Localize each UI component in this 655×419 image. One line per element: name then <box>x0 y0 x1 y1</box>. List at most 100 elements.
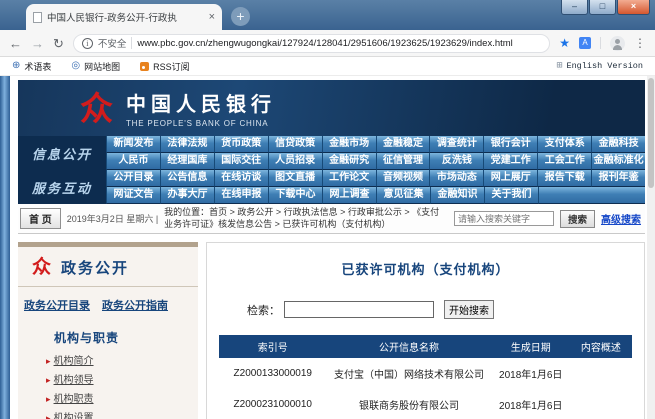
nav-item[interactable]: 下载中心 <box>268 187 322 204</box>
nav-item[interactable]: 金融标准化 <box>591 153 645 170</box>
bank-name-en: THE PEOPLE'S BANK OF CHINA <box>126 119 276 128</box>
table-row[interactable]: Z2000231000010银联商务股份有限公司2018年1月6日 <box>219 389 632 419</box>
tab-title: 中国人民银行-政务公开-行政执 <box>47 10 204 24</box>
sidebar-link[interactable]: 政务公开指南 <box>102 297 168 313</box>
nav-row: 人民币经理国库国际交往人员招录金融研究征信管理反洗钱党建工作工会工作金融标准化 <box>106 153 645 170</box>
nav-item[interactable]: 公开目录 <box>106 170 160 187</box>
sidebar-sections: 机构与职责▸机构简介▸机构领导▸机构职责▸机构设置法规政策▸法律法规 <box>18 329 198 419</box>
page-scrollbar[interactable] <box>647 76 655 419</box>
table-header-row: 索引号公开信息名称生成日期内容概述 <box>219 335 632 358</box>
home-button[interactable]: 首 页 <box>20 208 61 229</box>
nav-item[interactable]: 关于我们 <box>484 187 538 204</box>
nav-item[interactable]: 工作论文 <box>322 170 376 187</box>
bookmark-star-icon[interactable]: ★ <box>559 36 570 50</box>
sidebar-item[interactable]: ▸机构简介 <box>46 352 198 371</box>
nav-item[interactable]: 人民币 <box>106 153 160 170</box>
nav-item[interactable]: 金融研究 <box>322 153 376 170</box>
nav-item[interactable]: 工会工作 <box>537 153 591 170</box>
nav-item[interactable]: 法律法规 <box>160 136 214 153</box>
nav-item[interactable]: 音频视频 <box>376 170 430 187</box>
bookmark-sitemap[interactable]: ◎ 网站地图 <box>71 60 120 73</box>
nav-row: 新闻发布法律法规货币政策信贷政策金融市场金融稳定调查统计银行会计支付体系金融科技 <box>106 136 645 153</box>
url-text[interactable]: www.pbc.gov.cn/zhengwugongkai/127924/128… <box>137 38 512 49</box>
window-minimize-button[interactable]: – <box>561 0 588 15</box>
results-table: 索引号公开信息名称生成日期内容概述 Z2000133000019支付宝（中国）网… <box>219 335 632 419</box>
browser-menu-icon[interactable]: ⋮ <box>634 36 646 50</box>
omnibox[interactable]: i 不安全 www.pbc.gov.cn/zhengwugongkai/1279… <box>73 34 550 53</box>
nav-item[interactable]: 党建工作 <box>483 153 537 170</box>
nav-item[interactable]: 网上展厅 <box>483 170 537 187</box>
nav-section-label[interactable]: 信息公开 <box>18 136 106 170</box>
nav-item[interactable]: 货币政策 <box>214 136 268 153</box>
back-icon[interactable]: ← <box>9 37 22 50</box>
forward-icon[interactable]: → <box>31 37 44 50</box>
toolbar-divider <box>600 37 601 49</box>
table-body: Z2000133000019支付宝（中国）网络技术有限公司2018年1月6日Z2… <box>219 358 632 419</box>
nav-item[interactable]: 公告信息 <box>160 170 214 187</box>
scrollbar-thumb[interactable] <box>648 78 654 188</box>
nav-item[interactable]: 调查统计 <box>429 136 483 153</box>
profile-avatar-icon[interactable] <box>610 36 625 51</box>
nav-item[interactable]: 网证文告 <box>106 187 160 204</box>
nav-item[interactable]: 信贷政策 <box>268 136 322 153</box>
nav-item[interactable]: 征信管理 <box>376 153 430 170</box>
retrieve-search-button[interactable]: 开始搜索 <box>444 300 494 319</box>
nav-item[interactable]: 报告下载 <box>537 170 591 187</box>
sidebar-links: 政务公开目录政务公开指南 <box>18 287 198 319</box>
table-cell: 2018年1月6日 <box>492 397 570 412</box>
nav-item[interactable]: 国际交往 <box>214 153 268 170</box>
sidebar-item[interactable]: ▸机构职责 <box>46 390 198 409</box>
breadcrumb[interactable]: 我的位置：首页 > 政务公开 > 行政执法信息 > 行政审批公示 > 《支付业务… <box>164 207 448 230</box>
table-row[interactable]: Z2000133000019支付宝（中国）网络技术有限公司2018年1月6日 <box>219 358 632 389</box>
nav-item[interactable]: 意见征集 <box>376 187 430 204</box>
nav-row: 网证文告办事大厅在线申报下载中心网上调查意见征集金融知识关于我们 <box>106 187 645 204</box>
advanced-search-link[interactable]: 高级搜索 <box>601 211 641 226</box>
retrieve-input[interactable] <box>284 301 434 318</box>
sidebar-item-label: 机构简介 <box>54 356 94 367</box>
sidebar-link[interactable]: 政务公开目录 <box>24 297 90 313</box>
nav-item[interactable]: 报刊年鉴 <box>591 170 645 187</box>
nav-item[interactable]: 办事大厅 <box>160 187 214 204</box>
tab-close-icon[interactable]: × <box>209 11 215 23</box>
info-icon[interactable]: i <box>82 38 93 49</box>
bookmark-rss[interactable]: RSS订阅 <box>140 60 190 73</box>
nav-item[interactable]: 人员招录 <box>268 153 322 170</box>
rss-icon <box>140 62 149 71</box>
nav-item[interactable]: 市场动态 <box>429 170 483 187</box>
bookmark-glossary[interactable]: ⊕ 术语表 <box>12 60 51 73</box>
bank-name-cn: 中国人民银行 <box>126 88 276 117</box>
reload-icon[interactable]: ↻ <box>53 37 64 50</box>
nav-item[interactable]: 金融知识 <box>430 187 484 204</box>
table-header-cell: 公开信息名称 <box>326 339 491 354</box>
nav-item[interactable]: 图文直播 <box>268 170 322 187</box>
nav-filler <box>538 187 645 204</box>
nav-item[interactable]: 在线申报 <box>214 187 268 204</box>
browser-tab[interactable]: 中国人民银行-政务公开-行政执 × <box>26 4 222 30</box>
sidebar-item[interactable]: ▸机构设置 <box>46 409 198 419</box>
site-search-input[interactable] <box>454 211 554 226</box>
nav-item[interactable]: 支付体系 <box>537 136 591 153</box>
main-panel: 已获许可机构（支付机构） 检索： 开始搜索 索引号公开信息名称生成日期内容概述 … <box>206 242 645 419</box>
nav-item[interactable]: 新闻发布 <box>106 136 160 153</box>
address-bar: ← → ↻ i 不安全 www.pbc.gov.cn/zhengwugongka… <box>0 30 655 57</box>
window-maximize-button[interactable]: □ <box>589 0 616 15</box>
translate-icon[interactable]: A <box>579 37 591 49</box>
nav-section-label[interactable]: 服务互动 <box>18 170 106 204</box>
nav-item[interactable]: 金融稳定 <box>376 136 430 153</box>
nav-item[interactable]: 金融科技 <box>591 136 645 153</box>
nav-item[interactable]: 金融市场 <box>322 136 376 153</box>
page-title: 已获许可机构（支付机构） <box>217 259 634 278</box>
english-version-icon: ⊞ <box>556 60 562 72</box>
sidebar-item-label: 机构领导 <box>54 375 94 386</box>
nav-item[interactable]: 经理国库 <box>160 153 214 170</box>
nav-item[interactable]: 反洗钱 <box>429 153 483 170</box>
nav-item[interactable]: 银行会计 <box>483 136 537 153</box>
main-nav: 信息公开新闻发布法律法规货币政策信贷政策金融市场金融稳定调查统计银行会计支付体系… <box>18 136 645 204</box>
window-close-button[interactable]: × <box>617 0 650 15</box>
site-search-button[interactable]: 搜索 <box>560 210 595 228</box>
nav-item[interactable]: 网上调查 <box>322 187 376 204</box>
english-version-link[interactable]: ⊞ English Version <box>556 60 643 72</box>
nav-item[interactable]: 在线访谈 <box>214 170 268 187</box>
sidebar-item[interactable]: ▸机构领导 <box>46 371 198 390</box>
new-tab-button[interactable]: + <box>231 7 250 26</box>
